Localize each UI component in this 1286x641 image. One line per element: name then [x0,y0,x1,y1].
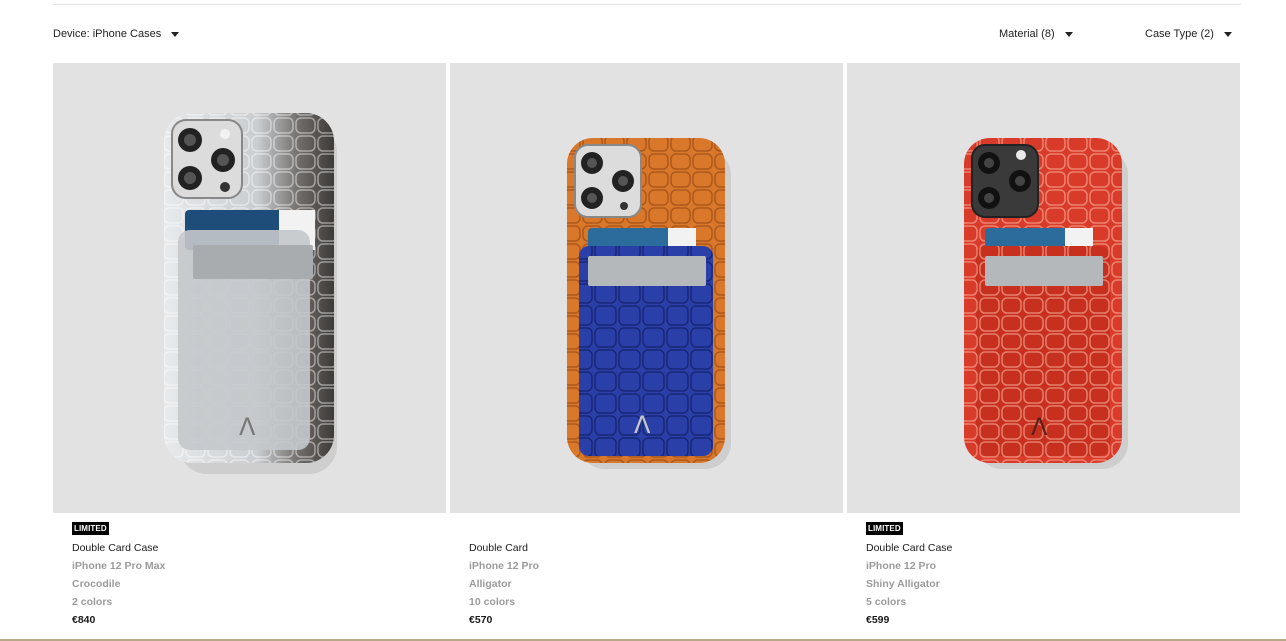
top-divider [53,4,1241,5]
phone-case-illustration: Λ [567,138,731,469]
product-name[interactable]: Double Card [469,539,539,557]
product-model: iPhone 12 Pro [866,560,937,572]
caret-down-icon [171,32,180,37]
limited-badge: LIMITED [72,522,109,535]
product-card-3-info[interactable]: LIMITED Double Card Case iPhone 12 Pro S… [866,521,952,629]
svg-text:Λ: Λ [1031,413,1048,441]
product-colors: 10 colors [469,596,516,608]
product-name[interactable]: Double Card Case [866,539,952,557]
product-image-1[interactable]: Λ [53,63,446,513]
product-card-2-info[interactable]: Double Card iPhone 12 Pro Alligator 10 c… [469,521,539,629]
case-type-filter-dropdown[interactable]: Case Type (2) [1145,28,1232,40]
product-material: Crocodile [72,578,121,590]
limited-badge: LIMITED [866,522,903,535]
product-colors: 5 colors [866,596,907,608]
phone-case-illustration: Λ [964,138,1128,469]
badge-spacer [469,521,539,539]
product-price: €599 [866,614,890,626]
product-card-1-info[interactable]: LIMITED Double Card Case iPhone 12 Pro M… [72,521,165,629]
caret-down-icon [1223,32,1232,37]
product-image-2[interactable]: Λ [450,63,843,513]
caret-down-icon [1064,32,1073,37]
svg-text:Λ: Λ [634,411,651,439]
product-material: Alligator [469,578,512,590]
product-image-3[interactable]: Λ [847,63,1240,513]
device-filter-dropdown[interactable]: Device: iPhone Cases [53,28,180,40]
product-price: €570 [469,614,493,626]
product-colors: 2 colors [72,596,113,608]
product-material: Shiny Alligator [866,578,940,590]
product-model: iPhone 12 Pro Max [72,560,166,572]
product-grid: Λ Λ Λ [53,63,1241,513]
phone-case-illustration: Λ [164,113,337,474]
case-type-filter-label: Case Type (2) [1145,28,1214,40]
svg-text:Λ: Λ [239,413,256,441]
product-model: iPhone 12 Pro [469,560,540,572]
product-name[interactable]: Double Card Case [72,539,165,557]
material-filter-dropdown[interactable]: Material (8) [999,28,1073,40]
device-filter-label: Device: iPhone Cases [53,28,162,40]
product-price: €840 [72,614,96,626]
material-filter-label: Material (8) [999,28,1055,40]
